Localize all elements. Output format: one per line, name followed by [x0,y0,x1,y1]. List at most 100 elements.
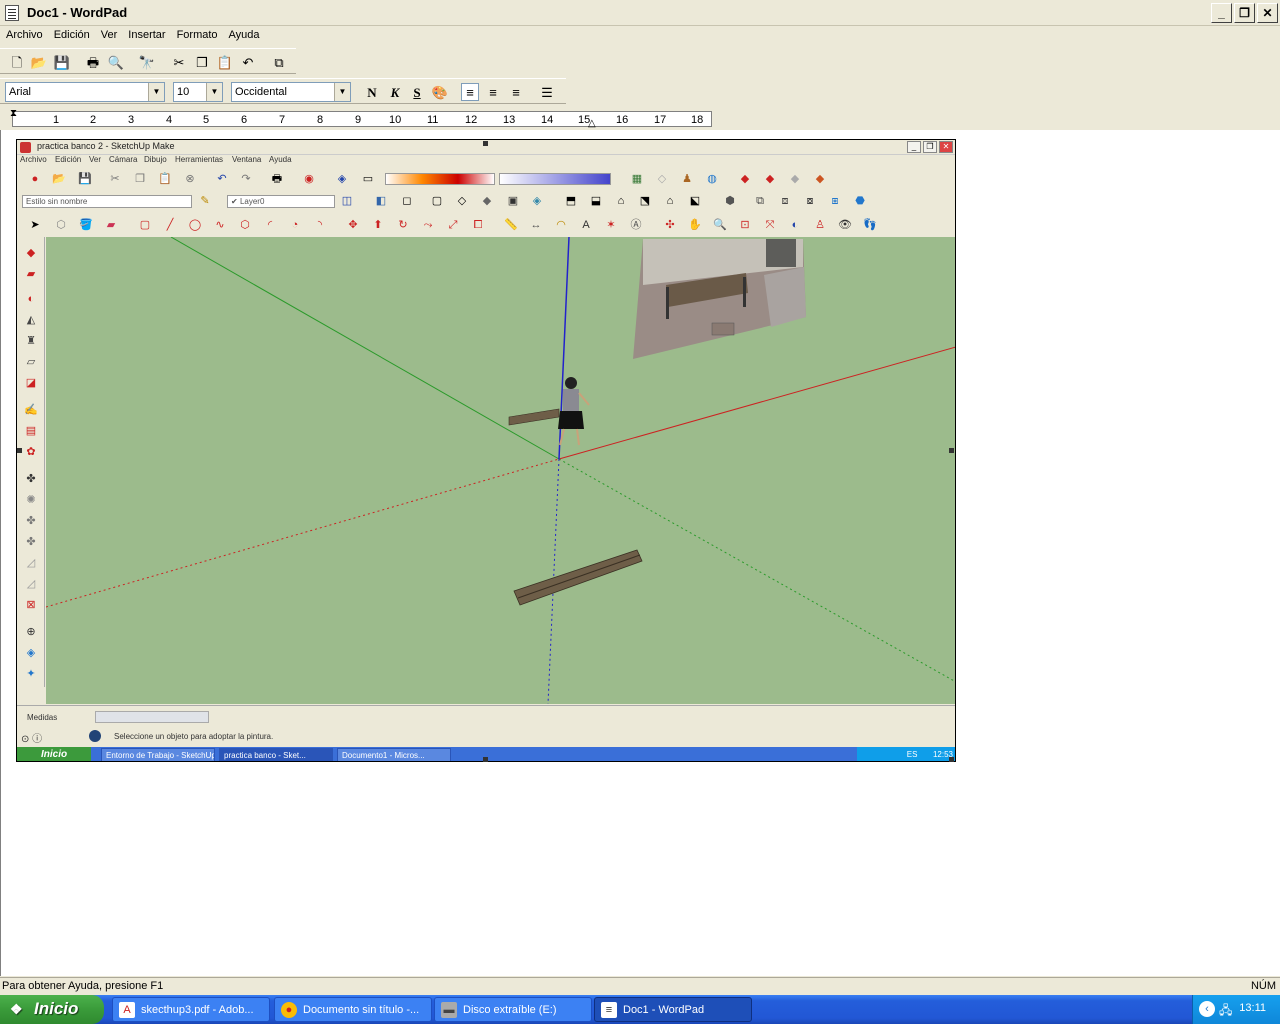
su-intersect-icon[interactable]: ⧈ [777,193,793,209]
su-tool-icon[interactable]: ◆ [23,245,39,261]
su-ruby4-icon[interactable]: ◆ [812,171,828,187]
su-arc-icon[interactable]: ∿ [212,217,228,233]
su-rectangle-icon[interactable]: ▢ [137,217,153,233]
italic-icon[interactable]: K [386,83,404,101]
su-polygon-icon[interactable]: ⬡ [237,217,253,233]
su-select-icon[interactable]: ➤ [27,217,43,233]
close-button[interactable]: ✕ [1257,3,1278,23]
su-split-icon[interactable]: ⧆ [827,193,843,209]
sketchup-viewport[interactable] [46,237,955,704]
su-shadow-icon[interactable]: ▭ [360,171,376,187]
su-shadow-date-slider[interactable] [499,173,611,185]
chevron-down-icon[interactable]: ▼ [148,83,164,101]
insert-object-icon[interactable]: ⧉ [270,53,288,71]
su-measure-box[interactable] [95,711,209,723]
su-outer-shell-icon[interactable]: ⬣ [852,193,868,209]
su-menu-camara[interactable]: Cámara [109,155,137,164]
print-preview-icon[interactable]: 🔍 [107,53,125,71]
embedded-task-item[interactable]: Documento1 - Micros... [337,748,451,761]
su-paste-icon[interactable]: 📋 [157,171,173,187]
su-walk-icon[interactable]: 👣 [862,217,878,233]
su-menu-herramientas[interactable]: Herramientas [175,155,223,164]
menu-insertar[interactable]: Insertar [122,26,170,41]
su-zoom-extents-icon[interactable]: ⤧ [762,217,778,233]
embedded-screenshot[interactable]: practica banco 2 - SketchUp Make _ ❐ ✕ A… [16,139,956,762]
su-prev-view-icon[interactable]: ◐ [787,217,803,233]
resize-handle[interactable] [483,141,488,146]
su-top-icon[interactable]: ⬓ [588,193,604,209]
underline-icon[interactable]: S [408,83,426,101]
su-menu-dibujo[interactable]: Dibujo [144,155,167,164]
su-textured-icon[interactable]: ▣ [505,193,521,209]
su-tool-icon[interactable]: ◐ [23,291,39,307]
su-zoom-window-icon[interactable]: ⊡ [737,217,753,233]
find-icon[interactable]: 🔭 [138,53,156,71]
su-3dtext-icon[interactable]: Ⓐ [628,217,644,233]
network-icon[interactable]: 🖧 [1219,1001,1232,1022]
menu-archivo[interactable]: Archivo [0,26,48,41]
su-redo-icon[interactable]: ↷ [238,171,254,187]
align-right-icon[interactable]: ≡ [507,83,525,101]
minimize-button[interactable]: _ [907,141,921,153]
resize-handle[interactable] [949,757,954,762]
su-eraser-icon[interactable]: ▰ [103,217,119,233]
su-layer-manager-icon[interactable]: ◫ [339,193,355,209]
su-iso-icon[interactable]: ⬒ [563,193,579,209]
su-tool-icon[interactable]: ✤ [23,534,39,550]
su-tool-icon[interactable]: ✤ [23,471,39,487]
task-item-drive[interactable]: ▬ Disco extraíble (E:) [434,997,592,1022]
su-tool-icon[interactable]: ◪ [23,375,39,391]
su-back-icon[interactable]: ⌂ [662,193,678,209]
bold-icon[interactable]: N [363,83,381,101]
su-shaded-icon[interactable]: ◆ [479,193,495,209]
su-style-combo[interactable]: Estilo sin nombre [22,195,192,208]
su-pushpull-icon[interactable]: ⬆ [370,217,386,233]
su-menu-ayuda[interactable]: Ayuda [269,155,292,164]
su-offset-icon[interactable]: ⧠ [470,217,486,233]
embedded-task-item[interactable]: practica banco - Sket... [219,748,333,761]
su-model-info-icon[interactable]: ◉ [301,171,317,187]
su-new-icon[interactable]: ● [27,171,43,187]
su-tool-icon[interactable]: ⊠ [23,597,39,613]
paste-icon[interactable]: 📋 [216,53,234,71]
su-tool-icon[interactable]: ◭ [23,312,39,328]
script-combo[interactable]: Occidental ▼ [231,82,351,102]
su-tool-icon[interactable]: ◿ [23,576,39,592]
cut-icon[interactable]: ✂ [170,53,188,71]
su-ruby2-icon[interactable]: ◆ [762,171,778,187]
resize-handle[interactable] [949,448,954,453]
su-zoom-icon[interactable]: 🔍 [712,217,728,233]
su-axes-icon[interactable]: ✶ [603,217,619,233]
embedded-start-button[interactable]: Inicio [17,747,91,761]
su-paint-icon[interactable]: 🪣 [78,217,94,233]
minimize-button[interactable]: _ [1211,3,1232,23]
su-left-view-icon[interactable]: ⬕ [687,193,703,209]
su-tool-icon[interactable]: ✍ [23,402,39,418]
maximize-button[interactable]: ❐ [1234,3,1255,23]
su-orbit-icon[interactable]: ✣ [662,217,678,233]
su-warehouse-icon[interactable]: ▦ [629,171,645,187]
su-camera-icon[interactable]: ◈ [334,171,350,187]
su-component-icon[interactable]: ⬡ [53,217,69,233]
chevron-down-icon[interactable]: ▼ [334,83,350,101]
su-position-camera-icon[interactable]: ♙ [812,217,828,233]
resize-handle[interactable] [17,448,22,453]
su-circle-icon[interactable]: ◯ [187,217,203,233]
su-ruby3-icon[interactable]: ◆ [787,171,803,187]
su-tool-icon[interactable]: ▤ [23,423,39,439]
align-left-icon[interactable]: ≡ [461,83,479,101]
su-tool-icon[interactable]: ▱ [23,354,39,370]
su-scale-icon[interactable]: ⤢ [445,217,461,233]
su-hiddenline-icon[interactable]: ◇ [454,193,470,209]
su-lookaround-icon[interactable]: 👁 [837,217,853,233]
maximize-button[interactable]: ❐ [923,141,937,153]
su-monochrome-icon[interactable]: ◈ [529,193,545,209]
su-rotate-icon[interactable]: ↻ [395,217,411,233]
su-front-icon[interactable]: ⌂ [613,193,629,209]
su-trim-icon[interactable]: ⧇ [802,193,818,209]
menu-edicion[interactable]: Edición [48,26,95,41]
su-line-icon[interactable]: ╱ [162,217,178,233]
su-menu-edicion[interactable]: Edición [55,155,81,164]
su-open-icon[interactable]: 📂 [51,171,67,187]
menu-formato[interactable]: Formato [171,26,223,41]
